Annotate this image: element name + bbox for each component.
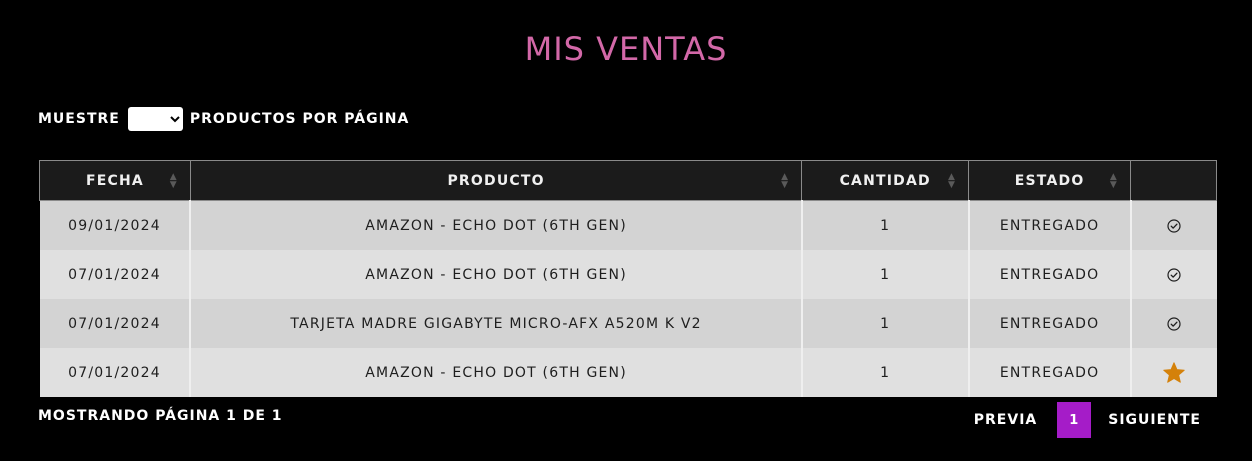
cell-producto: AMAZON - ECHO DOT (6TH GEN) bbox=[190, 250, 803, 299]
per-page-suffix: PRODUCTOS POR PÁGINA bbox=[189, 111, 410, 127]
sort-icon[interactable]: ▲ ▼ bbox=[781, 172, 789, 189]
sort-icon[interactable]: ▲ ▼ bbox=[1110, 172, 1118, 189]
sort-icon[interactable]: ▲ ▼ bbox=[948, 172, 956, 189]
per-page-prefix: MUESTRE bbox=[38, 111, 120, 127]
check-circle-icon[interactable] bbox=[1167, 316, 1181, 331]
check-circle-icon[interactable] bbox=[1167, 218, 1181, 233]
cell-action bbox=[1130, 200, 1217, 250]
column-header-actions bbox=[1130, 160, 1217, 201]
previous-page-button[interactable]: PREVIA bbox=[974, 412, 1037, 428]
pagination: PREVIA 1 SIGUIENTE bbox=[974, 402, 1201, 438]
table-row: 07/01/2024 TARJETA MADRE GIGABYTE MICRO-… bbox=[39, 299, 1217, 348]
cell-action bbox=[1130, 250, 1217, 299]
column-header-estado[interactable]: ESTADO ▲ ▼ bbox=[968, 160, 1132, 201]
cell-fecha: 07/01/2024 bbox=[39, 299, 192, 348]
next-page-button[interactable]: SIGUIENTE bbox=[1108, 412, 1201, 428]
cell-cantidad: 1 bbox=[801, 299, 970, 348]
cell-producto: AMAZON - ECHO DOT (6TH GEN) bbox=[190, 200, 803, 250]
cell-estado: ENTREGADO bbox=[968, 200, 1132, 250]
table-header-row: FECHA ▲ ▼ PRODUCTO ▲ ▼ CANTIDAD ▲ ▼ ESTADO … bbox=[39, 160, 1217, 201]
column-header-fecha[interactable]: FECHA ▲ ▼ bbox=[39, 160, 191, 201]
column-header-producto[interactable]: PRODUCTO ▲ ▼ bbox=[189, 160, 803, 201]
table-row: 07/01/2024 AMAZON - ECHO DOT (6TH GEN) 1… bbox=[39, 250, 1217, 299]
cell-estado: ENTREGADO bbox=[968, 250, 1132, 299]
sales-table: FECHA ▲ ▼ PRODUCTO ▲ ▼ CANTIDAD ▲ ▼ ESTADO … bbox=[39, 160, 1217, 397]
column-header-cantidad[interactable]: CANTIDAD ▲ ▼ bbox=[801, 160, 970, 201]
cell-producto: AMAZON - ECHO DOT (6TH GEN) bbox=[190, 348, 803, 397]
cell-cantidad: 1 bbox=[801, 250, 970, 299]
cell-estado: ENTREGADO bbox=[968, 348, 1132, 397]
cell-fecha: 07/01/2024 bbox=[39, 348, 192, 397]
sort-icon[interactable]: ▲ ▼ bbox=[170, 172, 178, 189]
column-header-label: PRODUCTO bbox=[447, 172, 545, 189]
page-title: MIS VENTAS bbox=[524, 30, 728, 68]
per-page-select[interactable] bbox=[127, 107, 183, 131]
page-1-button[interactable]: 1 bbox=[1057, 402, 1092, 438]
cell-cantidad: 1 bbox=[801, 200, 970, 250]
column-header-label: FECHA bbox=[85, 172, 144, 189]
per-page-control: MUESTRE PRODUCTOS POR PÁGINA bbox=[38, 106, 409, 132]
cell-fecha: 07/01/2024 bbox=[39, 250, 192, 299]
table-row: 07/01/2024 AMAZON - ECHO DOT (6TH GEN) 1… bbox=[39, 348, 1217, 397]
star-icon[interactable] bbox=[1162, 361, 1186, 385]
cell-fecha: 09/01/2024 bbox=[39, 200, 192, 250]
cell-action bbox=[1130, 348, 1217, 397]
cell-estado: ENTREGADO bbox=[968, 299, 1132, 348]
cell-cantidad: 1 bbox=[801, 348, 970, 397]
cell-action bbox=[1130, 299, 1217, 348]
pagination-info: MOSTRANDO PÁGINA 1 DE 1 bbox=[38, 408, 283, 424]
column-header-label: CANTIDAD bbox=[839, 172, 931, 189]
table-row: 09/01/2024 AMAZON - ECHO DOT (6TH GEN) 1… bbox=[39, 200, 1217, 250]
check-circle-icon[interactable] bbox=[1167, 267, 1181, 282]
column-header-label: ESTADO bbox=[1014, 172, 1085, 189]
cell-producto: TARJETA MADRE GIGABYTE MICRO-AFX A520M K… bbox=[190, 299, 803, 348]
sales-page: MIS VENTAS MUESTRE PRODUCTOS POR PÁGINA … bbox=[0, 0, 1252, 461]
